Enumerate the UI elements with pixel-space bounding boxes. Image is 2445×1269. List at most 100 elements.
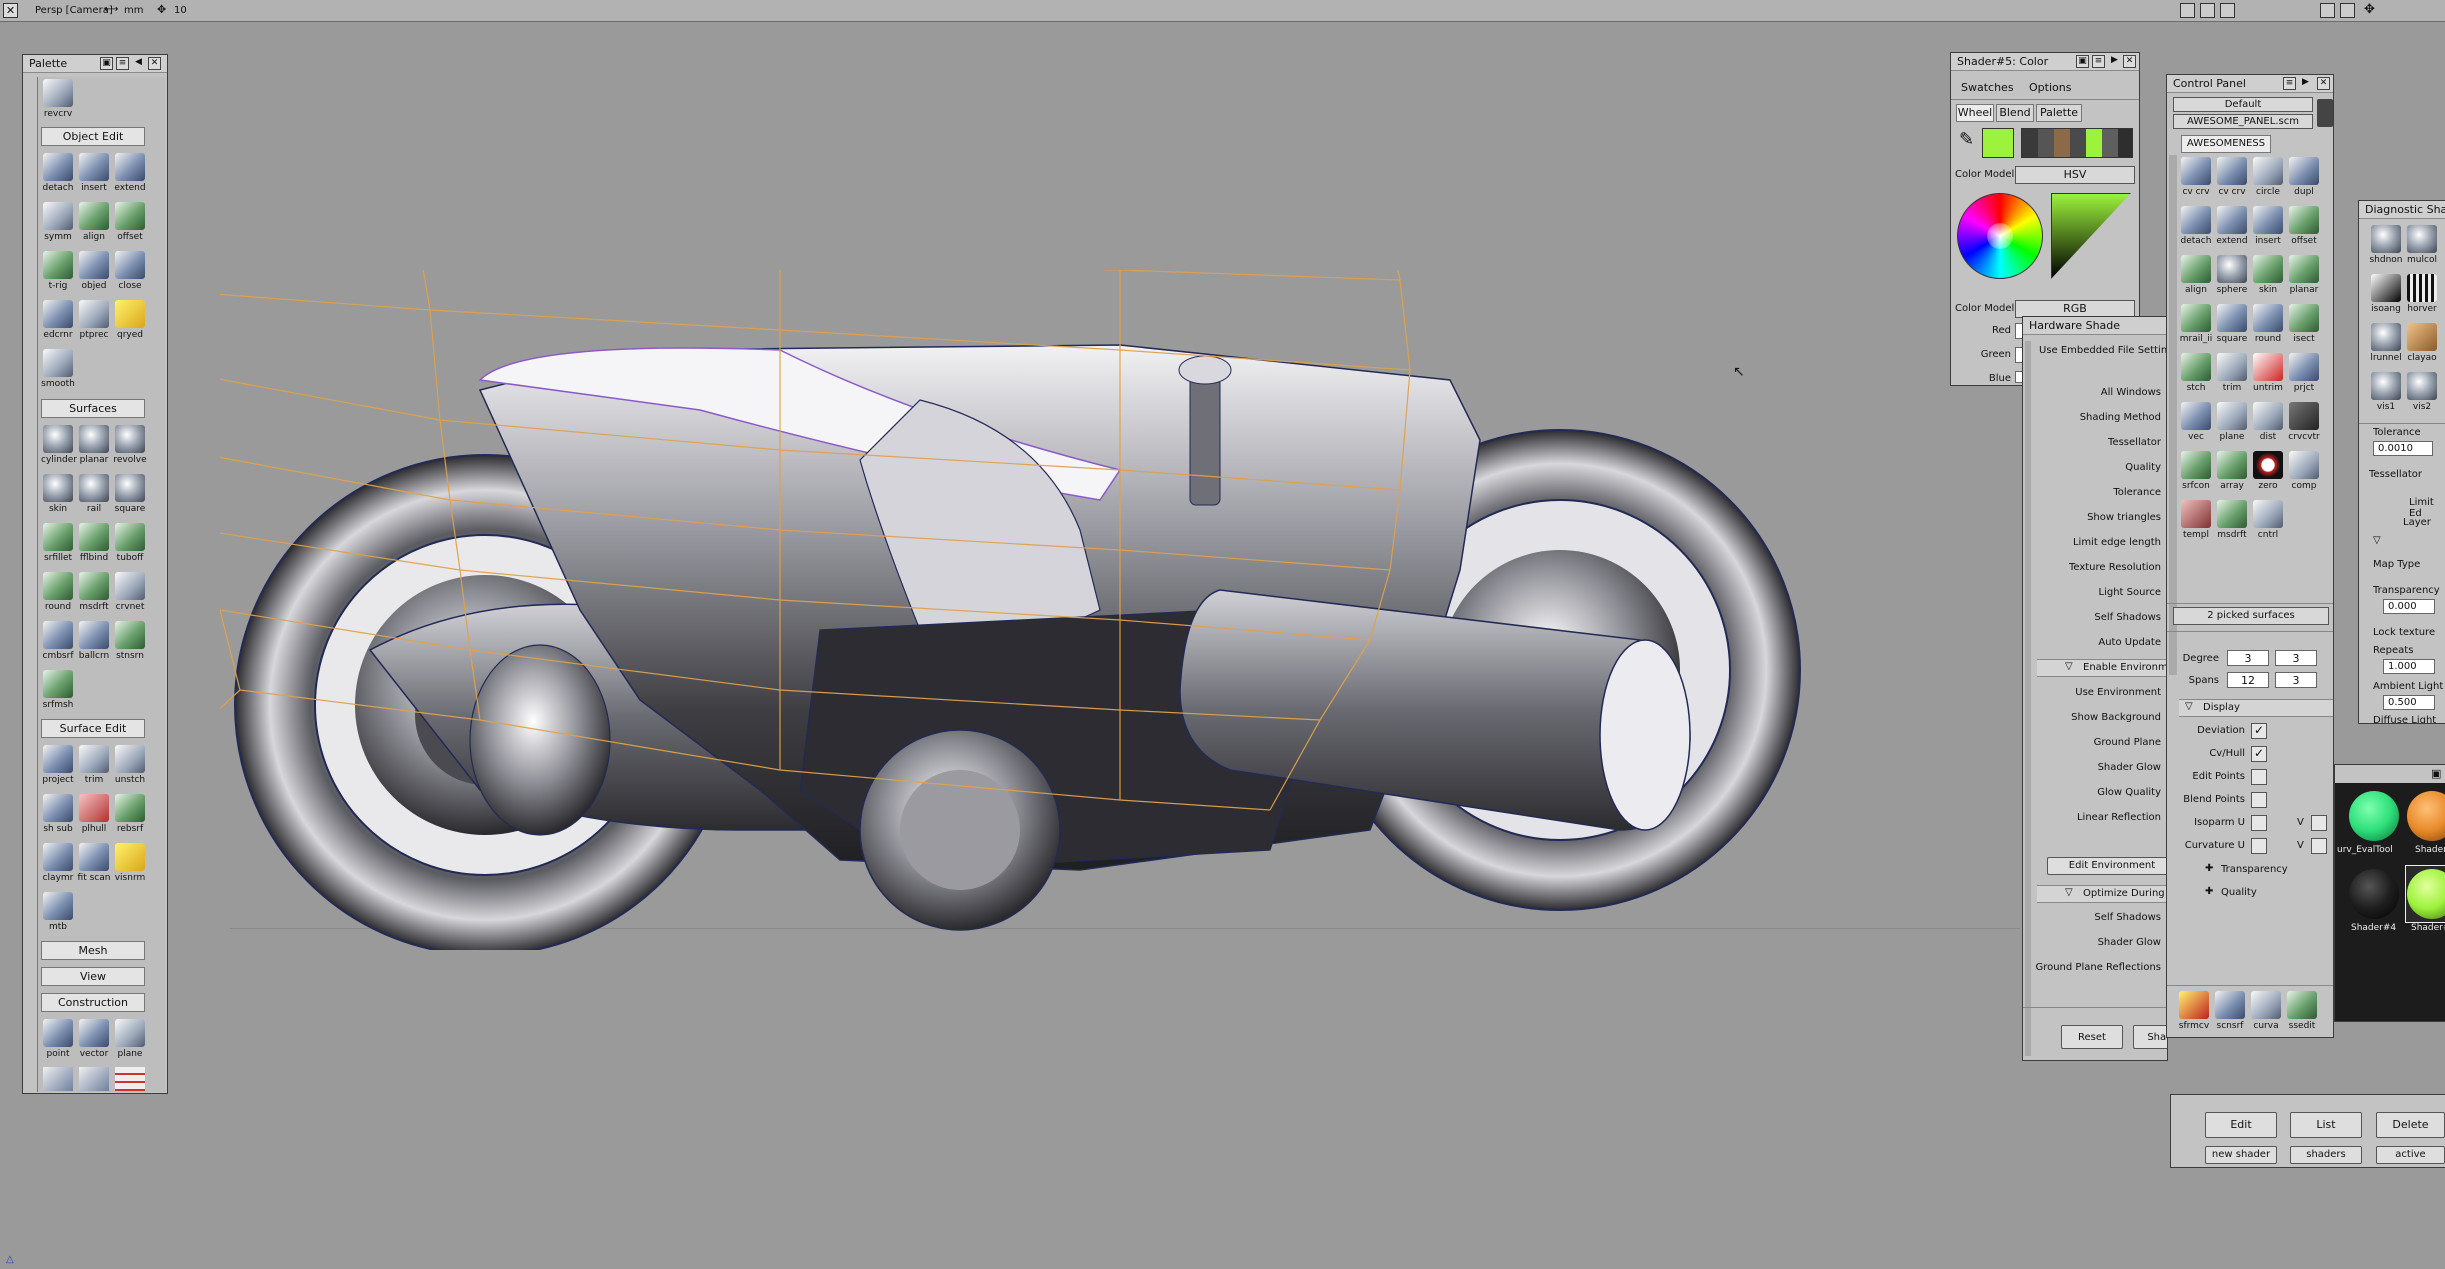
- tool-extend[interactable]: extend: [113, 151, 147, 199]
- tool-square[interactable]: square: [113, 472, 147, 520]
- value-triangle[interactable]: [2051, 193, 2131, 279]
- tab-blend[interactable]: Blend: [1996, 104, 2034, 122]
- shader-color-pin-icon[interactable]: ▣: [2076, 55, 2089, 68]
- cp-tool-ssedit[interactable]: ssedit: [2285, 989, 2319, 1037]
- cp-tool-dist[interactable]: dist: [2251, 400, 2285, 448]
- cp-tool-cv-crv[interactable]: cv crv: [2179, 155, 2213, 203]
- diag-transparency-field[interactable]: 0.000: [2383, 599, 2435, 614]
- cv-hull-checkbox[interactable]: ✓: [2251, 746, 2267, 762]
- tool-unstch[interactable]: unstch: [113, 743, 147, 791]
- shader-swatch-shader[interactable]: [2407, 791, 2445, 841]
- eyedropper-icon[interactable]: ✎: [1959, 129, 1981, 157]
- cp-tool-srfcon[interactable]: srfcon: [2179, 449, 2213, 497]
- color-model-hsv-select[interactable]: HSV: [2015, 166, 2135, 184]
- diag-tool-mulcol[interactable]: mulcol: [2405, 223, 2439, 271]
- transparency-label[interactable]: Transparency: [2221, 864, 2288, 875]
- cp-tool-isect[interactable]: isect: [2287, 302, 2321, 350]
- tool-vector[interactable]: vector: [77, 1017, 111, 1065]
- construction-grid-icon[interactable]: [115, 1067, 145, 1091]
- tool-plhull[interactable]: plhull: [77, 792, 111, 840]
- transparency-expand-icon[interactable]: ✚: [2205, 863, 2213, 874]
- palette-collapse-icon[interactable]: ◀: [132, 57, 145, 70]
- curvature-u-checkbox[interactable]: [2251, 838, 2267, 854]
- shader-swatch-4[interactable]: [2349, 869, 2399, 919]
- preset-select[interactable]: Default: [2173, 97, 2313, 112]
- zoom-icon[interactable]: [2220, 3, 2235, 18]
- curvature-v-checkbox[interactable]: [2311, 838, 2327, 854]
- cp-tool-mrail[interactable]: mrail_ii: [2179, 302, 2213, 350]
- hardware-shade-titlebar[interactable]: Hardware Shade: [2023, 317, 2167, 335]
- cp-tool-circle[interactable]: circle: [2251, 155, 2285, 203]
- diag-tool-vis2[interactable]: vis2: [2405, 370, 2439, 418]
- cp-tool-zero[interactable]: zero: [2251, 449, 2285, 497]
- tool-skin[interactable]: skin: [41, 472, 75, 520]
- deviation-checkbox[interactable]: ✓: [2251, 723, 2267, 739]
- maximize-icon[interactable]: [2340, 3, 2355, 18]
- palette-list-icon[interactable]: ≡: [116, 57, 129, 70]
- diag-tool-lrunnel[interactable]: lrunnel: [2369, 321, 2403, 369]
- tool-trim[interactable]: trim: [77, 743, 111, 791]
- move-icon[interactable]: ✥: [2362, 3, 2377, 18]
- tool-tuboff[interactable]: tuboff: [113, 521, 147, 569]
- shaders-button[interactable]: shaders: [2290, 1146, 2362, 1164]
- tool-project[interactable]: project: [41, 743, 75, 791]
- tool-objed[interactable]: objed: [77, 249, 111, 297]
- cp-tool-array[interactable]: array: [2215, 449, 2249, 497]
- section-mesh[interactable]: Mesh: [41, 941, 145, 960]
- shader-color-collapse-icon[interactable]: ▶: [2108, 55, 2121, 68]
- menu-swatches[interactable]: Swatches: [1961, 81, 2014, 94]
- spans-u-field[interactable]: 12: [2227, 672, 2269, 688]
- diag-tolerance-field[interactable]: 0.0010: [2373, 441, 2433, 456]
- current-color-swatch[interactable]: [1982, 128, 2014, 158]
- quality-cp-label[interactable]: Quality: [2221, 887, 2257, 898]
- tab-palette[interactable]: Palette: [2036, 104, 2082, 122]
- tool-mtb[interactable]: mtb: [41, 890, 75, 938]
- cp-tool-cntrl[interactable]: cntrl: [2251, 498, 2285, 546]
- use-embedded-settings[interactable]: Use Embedded File Settings: [2039, 345, 2167, 356]
- motorcycle-model[interactable]: [220, 270, 1940, 950]
- cp-tool-scnsrf[interactable]: scnsrf: [2213, 989, 2247, 1037]
- diag-tool-horver[interactable]: horver: [2405, 272, 2439, 320]
- shader-list-button[interactable]: List: [2290, 1112, 2362, 1138]
- control-panel-close-icon[interactable]: ✕: [2317, 77, 2330, 90]
- diagnostic-shade-titlebar[interactable]: Diagnostic Shade: [2359, 201, 2445, 219]
- shade-button[interactable]: Shade: [2133, 1025, 2167, 1049]
- tool-offset[interactable]: offset: [113, 200, 147, 248]
- palette-close-icon[interactable]: ✕: [148, 57, 161, 70]
- shelf-scrollbar[interactable]: [2169, 155, 2177, 675]
- tool-revolve[interactable]: revolve: [113, 423, 147, 471]
- tool-msdrft[interactable]: msdrft: [77, 570, 111, 618]
- section-surface-edit[interactable]: Surface Edit: [41, 719, 145, 738]
- tool-rebsrf[interactable]: rebsrf: [113, 792, 147, 840]
- cp-tool-msdrft[interactable]: msdrft: [2215, 498, 2249, 546]
- section-construction[interactable]: Construction: [41, 993, 145, 1012]
- control-panel-collapse-icon[interactable]: ▶: [2299, 77, 2312, 90]
- tool-round[interactable]: round: [41, 570, 75, 618]
- shader-color-list-icon[interactable]: ≡: [2092, 55, 2105, 68]
- tool-srfillet[interactable]: srfillet: [41, 521, 75, 569]
- blend-points-checkbox[interactable]: [2251, 792, 2267, 808]
- tool-detach[interactable]: detach: [41, 151, 75, 199]
- camera-label[interactable]: Persp [Camera]: [35, 5, 113, 16]
- cp-tool-dupl[interactable]: dupl: [2287, 155, 2321, 203]
- scm-file-select[interactable]: AWESOME_PANEL.scm: [2173, 114, 2313, 129]
- cp-tool-cv-crv-2[interactable]: cv crv: [2215, 155, 2249, 203]
- construction-extra-icon[interactable]: [43, 1067, 73, 1091]
- menu-options[interactable]: Options: [2029, 81, 2071, 94]
- tool-planar[interactable]: planar: [77, 423, 111, 471]
- edit-environment-button[interactable]: Edit Environment: [2047, 857, 2167, 875]
- cp-tool-untrim[interactable]: untrim: [2251, 351, 2285, 399]
- reset-button[interactable]: Reset: [2061, 1025, 2123, 1049]
- diag-tool-clayao[interactable]: clayao: [2405, 321, 2439, 369]
- section-surfaces[interactable]: Surfaces: [41, 399, 145, 418]
- cp-tool-trim[interactable]: trim: [2215, 351, 2249, 399]
- cp-tool-curva[interactable]: curva: [2249, 989, 2283, 1037]
- cp-tool-comp[interactable]: comp: [2287, 449, 2321, 497]
- shader-swatch-evaltool[interactable]: [2349, 791, 2399, 841]
- cp-tool-crvcvtr[interactable]: crvcvtr: [2287, 400, 2321, 448]
- palette-titlebar[interactable]: Palette: [23, 55, 167, 73]
- cp-tool-detach[interactable]: detach: [2179, 204, 2213, 252]
- shader-color-close-icon[interactable]: ✕: [2123, 55, 2136, 68]
- tool-ptprec[interactable]: ptprec: [77, 298, 111, 346]
- tool-edcrnr[interactable]: edcrnr: [41, 298, 75, 346]
